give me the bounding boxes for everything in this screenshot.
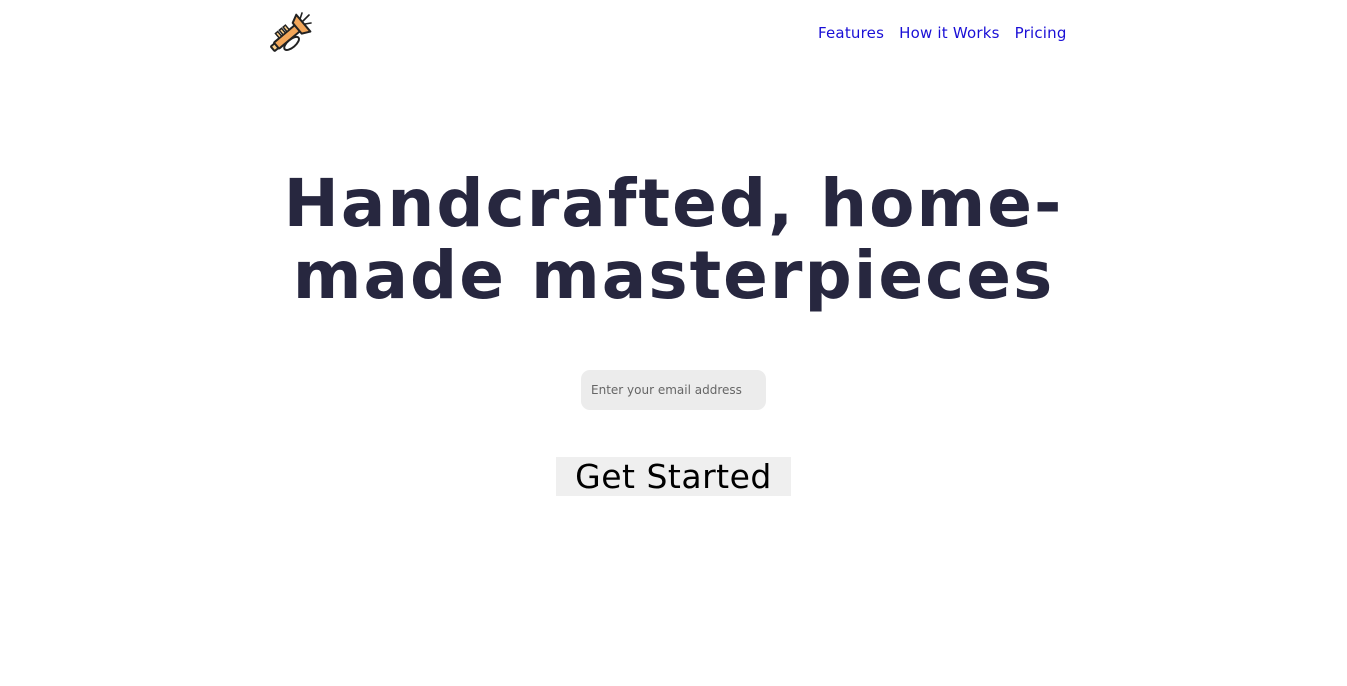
main-nav: Features How it Works Pricing	[818, 24, 1067, 42]
trumpet-icon[interactable]	[266, 12, 312, 56]
nav-link-how-it-works[interactable]: How it Works	[899, 24, 1000, 42]
email-field-container	[581, 370, 766, 410]
email-input[interactable]	[591, 383, 761, 397]
hero-headline: Handcrafted, home-made masterpieces	[283, 165, 1064, 314]
nav-link-features[interactable]: Features	[818, 24, 884, 42]
landing-page: Features How it Works Pricing Handcrafte…	[0, 0, 1347, 686]
nav-link-pricing[interactable]: Pricing	[1015, 24, 1067, 42]
get-started-button[interactable]: Get Started	[556, 457, 791, 496]
